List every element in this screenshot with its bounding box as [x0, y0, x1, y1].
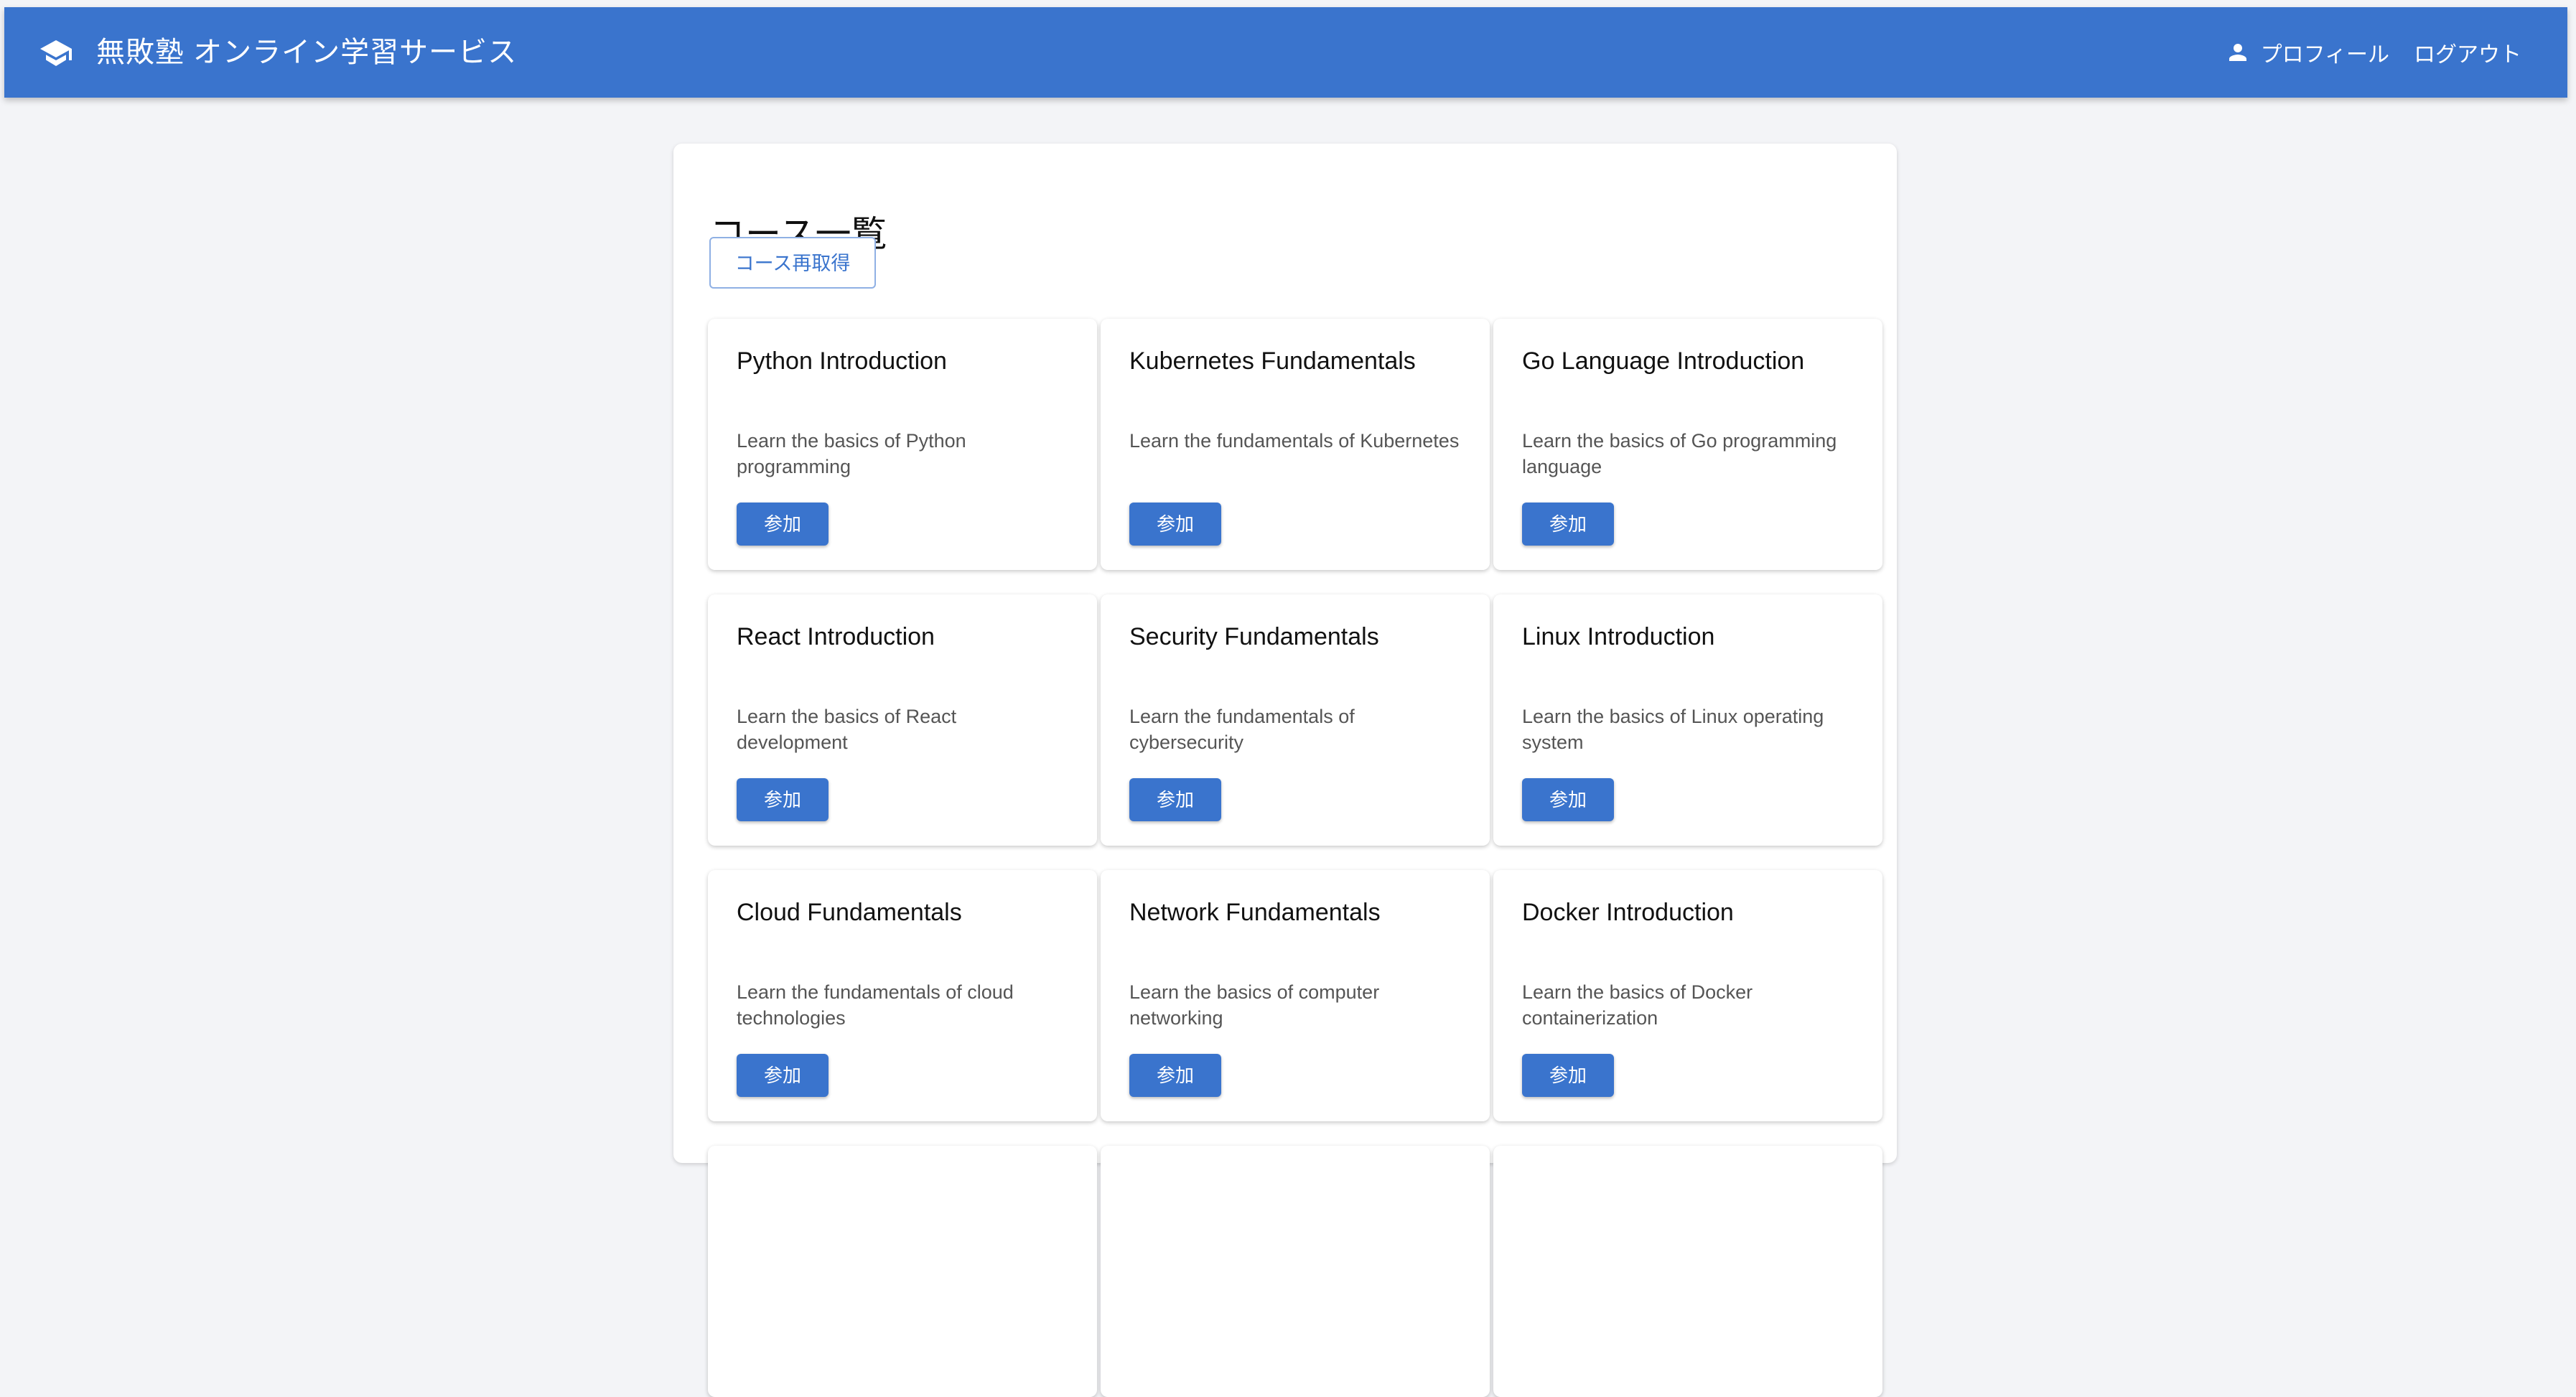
join-button[interactable]: 参加 [1129, 503, 1221, 546]
course-card: Docker Introduction Learn the basics of … [1493, 870, 1882, 1121]
app-page: 無敗塾 オンライン学習サービス プロフィール ログアウト コース一覧 コース再取… [4, 7, 2567, 1397]
course-title: Docker Introduction [1522, 899, 1734, 926]
course-card-partial [708, 1146, 1097, 1397]
join-button[interactable]: 参加 [1522, 503, 1614, 546]
header-nav: プロフィール ログアウト [2225, 7, 2521, 98]
course-description: Learn the fundamentals of Kubernetes [1129, 430, 1460, 452]
course-card: React Introduction Learn the basics of R… [708, 594, 1097, 846]
course-description: Learn the basics of Docker containerizat… [1522, 981, 1753, 1029]
course-description: Learn the basics of computer networking [1129, 981, 1380, 1029]
course-grid: Python Introduction Learn the basics of … [708, 319, 1882, 1397]
logout-link[interactable]: ログアウト [2414, 37, 2521, 68]
graduation-cap-icon [40, 40, 72, 66]
join-button[interactable]: 参加 [1522, 778, 1614, 821]
join-button[interactable]: 参加 [1522, 1054, 1614, 1097]
course-title: React Introduction [737, 623, 935, 650]
course-card: Network Fundamentals Learn the basics of… [1101, 870, 1490, 1121]
course-title: Linux Introduction [1522, 623, 1715, 650]
person-icon [2229, 44, 2246, 61]
join-button[interactable]: 参加 [1129, 778, 1221, 821]
course-card: Go Language Introduction Learn the basic… [1493, 319, 1882, 570]
course-title: Security Fundamentals [1129, 623, 1379, 650]
app-title: 無敗塾 オンライン学習サービス [96, 37, 518, 68]
logout-label: ログアウト [2414, 43, 2521, 67]
course-title: Go Language Introduction [1522, 347, 1805, 375]
course-description: Learn the basics of Python programming [737, 430, 966, 477]
join-button[interactable]: 参加 [737, 503, 829, 546]
course-card-partial [1101, 1146, 1490, 1397]
course-card: Linux Introduction Learn the basics of L… [1493, 594, 1882, 846]
course-card: Kubernetes Fundamentals Learn the fundam… [1101, 319, 1490, 570]
join-button[interactable]: 参加 [737, 778, 829, 821]
top-app-bar: 無敗塾 オンライン学習サービス プロフィール ログアウト [4, 7, 2567, 98]
refresh-courses-button[interactable]: コース再取得 [709, 237, 876, 289]
course-list-panel: コース一覧 コース再取得 Python Introduction Learn t… [673, 144, 1897, 1397]
join-button[interactable]: 参加 [737, 1054, 829, 1097]
course-title: Cloud Fundamentals [737, 899, 962, 926]
course-card: Python Introduction Learn the basics of … [708, 319, 1097, 570]
course-description: Learn the basics of Go programming langu… [1522, 430, 1837, 477]
join-button[interactable]: 参加 [1129, 1054, 1221, 1097]
course-description: Learn the basics of React development [737, 706, 957, 753]
course-card-partial [1493, 1146, 1882, 1397]
course-description: Learn the fundamentals of cybersecurity [1129, 706, 1355, 753]
course-title: Kubernetes Fundamentals [1129, 347, 1416, 375]
profile-label: プロフィール [2260, 43, 2389, 67]
profile-link[interactable]: プロフィール [2225, 37, 2389, 68]
course-title: Python Introduction [737, 347, 947, 375]
course-card: Cloud Fundamentals Learn the fundamental… [708, 870, 1097, 1121]
course-title: Network Fundamentals [1129, 899, 1381, 926]
course-description: Learn the basics of Linux operating syst… [1522, 706, 1824, 753]
course-description: Learn the fundamentals of cloud technolo… [737, 981, 1014, 1029]
course-card: Security Fundamentals Learn the fundamen… [1101, 594, 1490, 846]
